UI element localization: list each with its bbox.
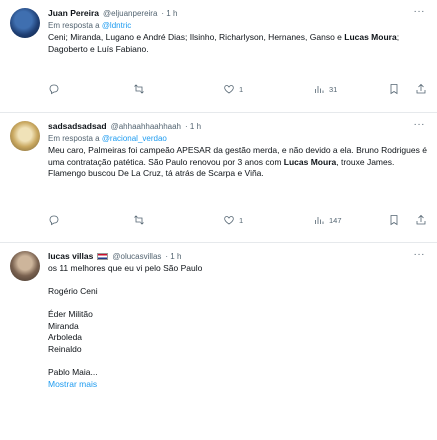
share-button[interactable] xyxy=(415,83,427,95)
heart-icon xyxy=(224,216,234,225)
views-icon xyxy=(315,86,324,93)
share-button[interactable] xyxy=(415,214,427,226)
reply-icon xyxy=(49,215,59,226)
tweet-line: Miranda xyxy=(48,320,79,331)
like-button[interactable]: 1 xyxy=(223,83,243,95)
timestamp[interactable]: · 1 h xyxy=(161,7,177,20)
action-bar: 1 147 xyxy=(48,213,427,227)
reply-context: Em resposta a @ldntric xyxy=(48,20,429,32)
tweet-text: Meu caro, Palmeiras foi campeão APESAR d… xyxy=(48,145,430,180)
tweet-text-highlight: Lucas Moura xyxy=(283,156,337,167)
display-name[interactable]: sadsadsadsad xyxy=(48,120,107,133)
tweet-2[interactable]: sadsadsadsad @ahhaahhaahhaah · 1 h ··· E… xyxy=(0,113,437,242)
tweet-line: os 11 melhores que eu vi pelo São Paulo xyxy=(48,263,203,273)
reply-context: Em resposta a @racional_verdao xyxy=(48,133,429,145)
user-handle[interactable]: @eljuanpereira xyxy=(103,7,157,20)
avatar[interactable] xyxy=(10,251,40,281)
avatar[interactable] xyxy=(10,121,40,151)
tweet-line xyxy=(48,355,429,367)
view-count: 147 xyxy=(329,215,342,225)
user-handle[interactable]: @olucasvillas xyxy=(112,250,161,263)
bookmark-icon xyxy=(390,84,398,95)
like-button[interactable]: 1 xyxy=(223,214,243,226)
share-icon xyxy=(416,214,426,225)
retweet-button[interactable] xyxy=(133,83,145,95)
tweet-3[interactable]: lucas villas @olucasvillas · 1 h ··· os … xyxy=(0,243,437,440)
reply-prefix: Em resposta a xyxy=(48,134,102,143)
bookmark-button[interactable] xyxy=(388,214,400,226)
reply-icon xyxy=(49,84,59,95)
tweet-line: Éder Militão xyxy=(48,309,93,319)
tweet-line: Rogério Ceni xyxy=(48,286,98,296)
view-count: 31 xyxy=(329,84,338,94)
more-options-icon[interactable]: ··· xyxy=(414,249,426,260)
retweet-icon xyxy=(134,84,144,94)
reply-button[interactable] xyxy=(48,83,60,95)
display-name[interactable]: Juan Pereira xyxy=(48,7,99,20)
heart-icon xyxy=(224,85,234,94)
user-handle[interactable]: @ahhaahhaahhaah xyxy=(111,120,181,133)
views-icon xyxy=(315,217,324,224)
tweet-text-part: Ceni; Miranda, Lugano e André Dias; Ilsi… xyxy=(48,32,345,42)
tweet-header: Juan Pereira @eljuanpereira · 1 h xyxy=(48,7,429,20)
more-options-icon[interactable]: ··· xyxy=(414,6,426,17)
flag-icon xyxy=(97,253,109,260)
tweet-header: lucas villas @olucasvillas · 1 h xyxy=(48,250,429,263)
reply-button[interactable] xyxy=(48,214,60,226)
reply-prefix: Em resposta a xyxy=(48,21,102,30)
reply-to-link[interactable]: @ldntric xyxy=(102,21,131,30)
tweet-line: Arboleda xyxy=(48,332,83,342)
tweet-line: Pablo Maia... xyxy=(48,366,98,377)
avatar[interactable] xyxy=(10,8,40,38)
retweet-icon xyxy=(134,215,144,225)
display-name[interactable]: lucas villas xyxy=(48,250,93,263)
tweet-line xyxy=(48,298,429,310)
bookmark-button[interactable] xyxy=(388,83,400,95)
tweet-header: sadsadsadsad @ahhaahhaahhaah · 1 h xyxy=(48,120,429,133)
like-count: 1 xyxy=(239,215,244,225)
views-button[interactable]: 31 xyxy=(313,83,337,95)
tweet-text-highlight: Lucas Moura xyxy=(344,32,397,42)
retweet-button[interactable] xyxy=(133,214,145,226)
tweet-text: os 11 melhores que eu vi pelo São Paulo … xyxy=(48,263,429,378)
like-count: 1 xyxy=(239,84,244,94)
tweet-line: Reinaldo xyxy=(48,343,82,354)
views-button[interactable]: 147 xyxy=(313,214,342,226)
bookmark-icon xyxy=(390,215,398,226)
show-more-link[interactable]: Mostrar mais xyxy=(48,378,429,390)
action-bar: 1 31 xyxy=(48,82,427,96)
share-icon xyxy=(416,83,426,94)
reply-to-link[interactable]: @racional_verdao xyxy=(102,134,167,143)
timestamp[interactable]: · 1 h xyxy=(165,250,181,263)
tweet-1[interactable]: Juan Pereira @eljuanpereira · 1 h ··· Em… xyxy=(0,0,437,112)
tweet-text: Ceni; Miranda, Lugano e André Dias; Ilsi… xyxy=(48,32,430,55)
timestamp[interactable]: · 1 h xyxy=(185,120,201,133)
tweet-line xyxy=(48,275,429,287)
more-options-icon[interactable]: ··· xyxy=(414,119,426,130)
